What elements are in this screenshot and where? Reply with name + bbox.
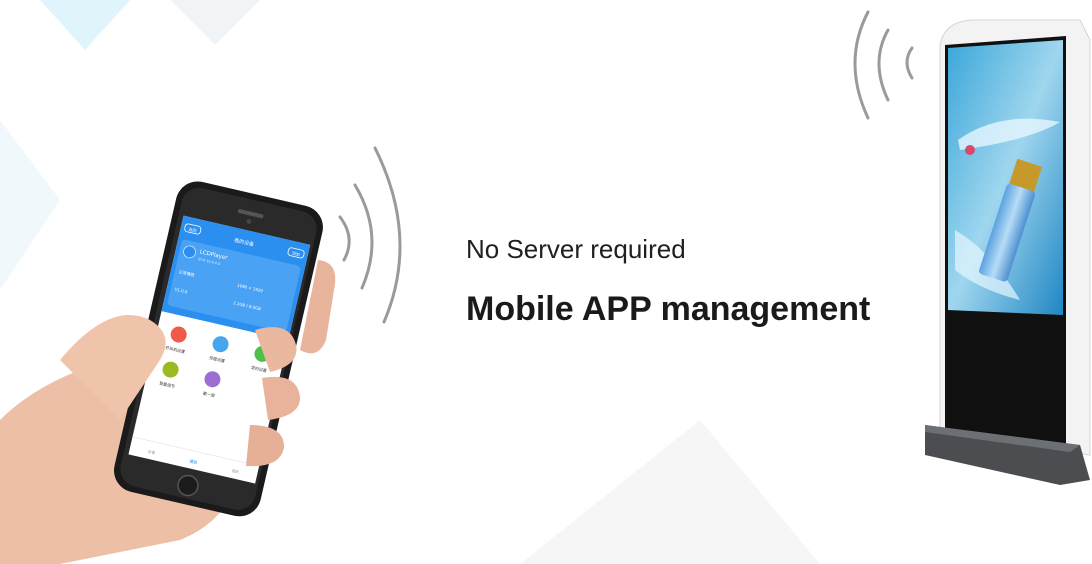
flower-icon [965,145,975,155]
headline-subtitle: No Server required [466,234,686,264]
headline-title: Mobile APP management [466,290,871,328]
kiosk-illustration [925,19,1091,485]
